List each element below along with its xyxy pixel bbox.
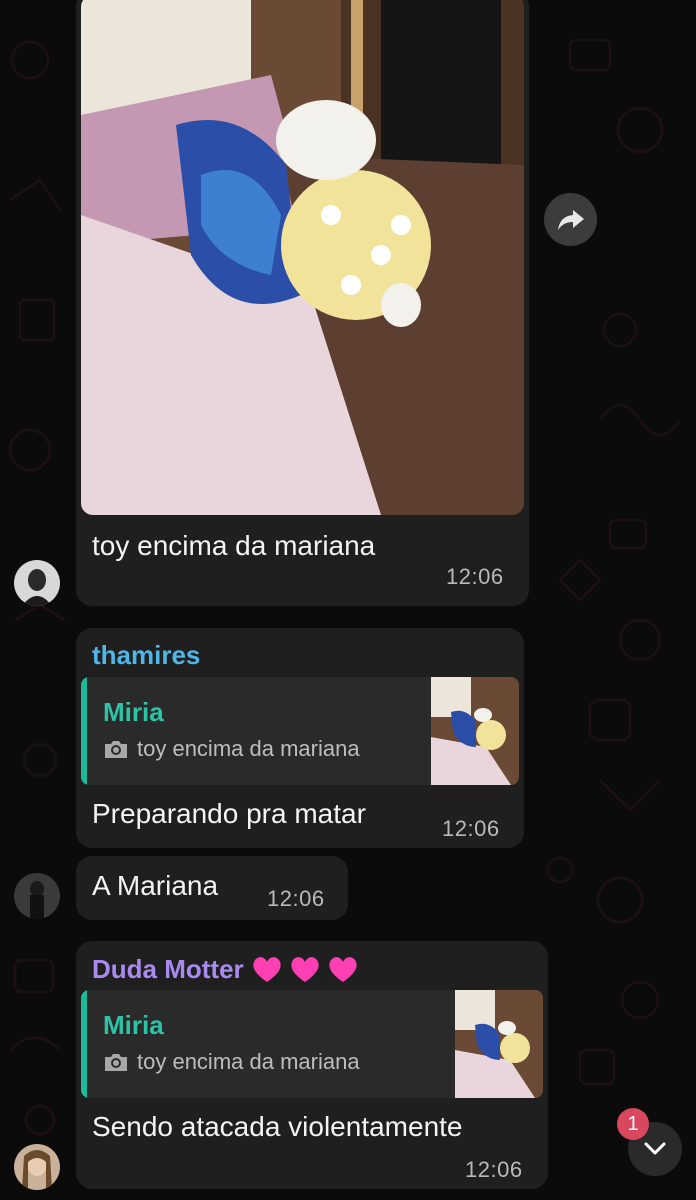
quote-thumbnail bbox=[455, 990, 543, 1098]
photo-dog-on-bed bbox=[81, 0, 524, 515]
message-photo[interactable] bbox=[81, 0, 524, 515]
avatar[interactable] bbox=[14, 560, 60, 606]
reply-message-bubble[interactable]: thamires Miria toy encima da mariana Pre… bbox=[76, 628, 524, 848]
message-time: 12:06 bbox=[465, 1157, 523, 1182]
quote-author: Miria bbox=[103, 697, 164, 727]
sender-name[interactable]: Duda Motter bbox=[92, 953, 360, 985]
camera-icon bbox=[105, 741, 127, 758]
quote-accent-bar bbox=[81, 990, 87, 1098]
unread-count-badge: 1 bbox=[617, 1108, 649, 1140]
thumbnail-image bbox=[455, 990, 543, 1098]
heart-icons bbox=[253, 957, 357, 982]
reply-message-bubble[interactable]: Duda Motter Miria toy encima da mariana bbox=[76, 941, 548, 1189]
photo-caption: toy encima da mariana bbox=[92, 530, 376, 561]
avatar-image bbox=[14, 1144, 60, 1190]
message-time: 12:06 bbox=[446, 564, 504, 589]
forward-button[interactable] bbox=[544, 193, 597, 246]
forward-arrow-icon bbox=[557, 209, 584, 230]
quote-thumbnail bbox=[431, 677, 519, 785]
quote-preview: toy encima da mariana bbox=[103, 1049, 360, 1075]
message-text: Preparando pra matar bbox=[92, 798, 366, 829]
avatar[interactable] bbox=[14, 1144, 60, 1190]
thumbnail-image bbox=[431, 677, 519, 785]
camera-icon bbox=[105, 1054, 127, 1071]
text-message-bubble[interactable]: A Mariana 12:06 bbox=[76, 856, 348, 920]
avatar-image bbox=[14, 873, 60, 919]
chevron-down-icon bbox=[644, 1142, 666, 1155]
message-time: 12:06 bbox=[442, 816, 500, 841]
message-text: Sendo atacada violentamente bbox=[92, 1111, 463, 1142]
quoted-message[interactable]: Miria toy encima da mariana bbox=[81, 677, 519, 785]
quote-preview: toy encima da mariana bbox=[103, 736, 360, 762]
sender-name[interactable]: thamires bbox=[92, 640, 200, 671]
quoted-message[interactable]: Miria toy encima da mariana bbox=[81, 990, 543, 1098]
sender-name-text: Duda Motter bbox=[92, 953, 244, 984]
quote-text: toy encima da mariana bbox=[137, 736, 360, 761]
quote-accent-bar bbox=[81, 677, 87, 785]
quote-author: Miria bbox=[103, 1010, 164, 1040]
avatar[interactable] bbox=[14, 873, 60, 919]
photo-message-bubble[interactable]: toy encima da mariana 12:06 bbox=[76, 0, 529, 606]
quote-text: toy encima da mariana bbox=[137, 1049, 360, 1074]
avatar-image bbox=[14, 560, 60, 606]
message-time: 12:06 bbox=[267, 886, 325, 911]
message-text: A Mariana bbox=[92, 870, 219, 901]
